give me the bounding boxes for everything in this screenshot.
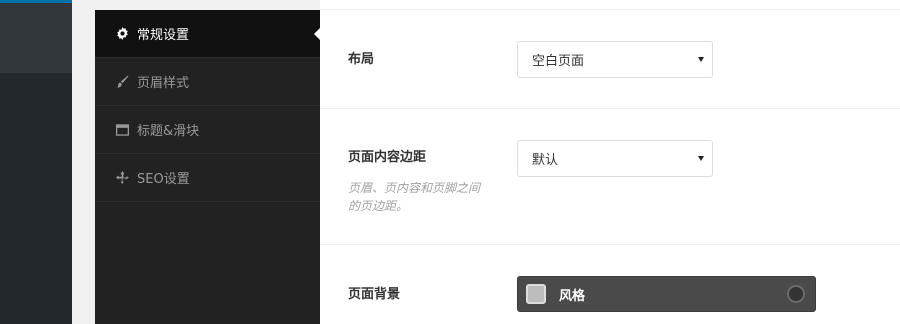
- gear-icon: [115, 27, 129, 41]
- toggle-circle-icon[interactable]: [787, 285, 805, 303]
- content-padding-description: 页眉、页内容和页脚之间的页边距。: [348, 181, 481, 213]
- admin-sidebar: [0, 0, 72, 324]
- dropdown-arrow-icon: [698, 57, 704, 62]
- crosshair-icon: [115, 171, 129, 185]
- page-background-label: 页面背景: [348, 287, 401, 302]
- brush-icon: [115, 75, 129, 89]
- color-swatch[interactable]: [526, 284, 546, 304]
- tab-label: 常规设置: [137, 28, 190, 43]
- content-padding-select[interactable]: 默认: [517, 140, 713, 177]
- tab-label: SEO设置: [137, 172, 190, 187]
- settings-tabs: 常规设置 页眉样式 标题&滑块 SEO设置: [95, 0, 320, 324]
- dropdown-arrow-icon: [698, 156, 704, 161]
- field-row-content-padding: 页面内容边距 页眉、页内容和页脚之间的页边距。 默认: [320, 109, 900, 245]
- tab-seo[interactable]: SEO设置: [95, 154, 320, 202]
- page-gutter: [72, 0, 95, 324]
- tab-label: 页眉样式: [137, 76, 190, 91]
- tab-header-style[interactable]: 页眉样式: [95, 58, 320, 106]
- window-icon: [115, 123, 129, 137]
- layout-label: 布局: [348, 52, 375, 67]
- content-padding-label: 页面内容边距: [348, 150, 427, 165]
- settings-content: 布局 空白页面 页面内容边距 页眉、页内容和页脚之间的页边距。 默认 页面背景 …: [320, 0, 900, 324]
- admin-menu-item[interactable]: [0, 3, 72, 73]
- field-row-page-background: 页面背景 风格: [320, 245, 900, 324]
- tab-title-slider[interactable]: 标题&滑块: [95, 106, 320, 154]
- tab-label: 标题&滑块: [137, 124, 200, 139]
- field-row-layout: 布局 空白页面: [320, 10, 900, 109]
- content-padding-select-value: 默认: [532, 153, 559, 168]
- layout-select[interactable]: 空白页面: [517, 41, 713, 78]
- background-style-picker[interactable]: 风格: [517, 276, 816, 312]
- layout-select-value: 空白页面: [532, 54, 585, 69]
- style-picker-label: 风格: [559, 288, 586, 304]
- tab-general[interactable]: 常规设置: [95, 10, 320, 58]
